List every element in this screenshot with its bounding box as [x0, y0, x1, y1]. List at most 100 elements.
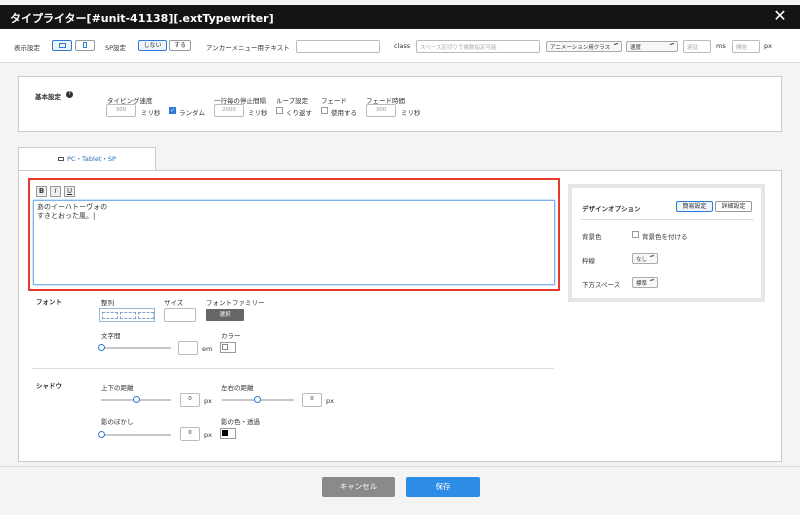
help-icon[interactable]: ?: [66, 91, 73, 98]
letter-spacing-label: 文字間: [101, 332, 121, 340]
class-input[interactable]: スペース区切りで複数指定可能: [416, 40, 540, 53]
typing-speed-input[interactable]: 300: [106, 104, 136, 117]
tab-pc-tablet-sp[interactable]: PC・Tablet・SP: [18, 147, 156, 171]
horizontal-distance-label: 左右の距離: [221, 384, 254, 392]
repeat-checkbox[interactable]: [276, 107, 283, 114]
use-fade-label: 使用する: [331, 109, 357, 117]
vertical-distance-label: 上下の距離: [101, 384, 134, 392]
design-divider: [580, 219, 754, 220]
speed-select[interactable]: 速度: [626, 41, 678, 52]
letter-spacing-slider[interactable]: [101, 347, 171, 349]
bold-button[interactable]: B: [36, 186, 47, 197]
font-heading: フォント: [36, 298, 62, 306]
monitor-icon: [58, 43, 66, 48]
random-checkbox[interactable]: ✓: [169, 107, 176, 114]
shadow-color-label: 影の色・透過: [221, 418, 260, 426]
shadow-heading: シャドウ: [36, 382, 62, 390]
start-input[interactable]: 開始: [732, 40, 760, 53]
bg-color-check-label: 背景色を付ける: [642, 233, 688, 241]
sp-display-button[interactable]: [75, 40, 95, 51]
design-options-panel: デザインオプション 簡易設定 詳細設定 背景色 背景色を付ける 枠線 なし 下方…: [568, 184, 765, 302]
letter-spacing-slider-handle[interactable]: [98, 344, 105, 351]
font-color-label: カラー: [221, 332, 241, 340]
rich-text-editor: B I U あのイーハトーヴォの すきとおった風。|: [28, 178, 560, 291]
shadow-blur-slider[interactable]: [101, 434, 171, 436]
sp-off-button[interactable]: しない: [138, 40, 167, 51]
cancel-button[interactable]: キャンセル: [322, 477, 395, 497]
italic-button[interactable]: I: [50, 186, 61, 197]
horizontal-distance-slider-handle[interactable]: [254, 396, 261, 403]
shadow-blur-input[interactable]: 0: [180, 427, 200, 441]
bottom-space-label: 下方スペース: [582, 281, 621, 289]
text-line-2: すきとおった風。|: [37, 212, 96, 220]
tab-label: PC・Tablet・SP: [67, 155, 116, 163]
text-line-1: あのイーハトーヴォの: [37, 203, 108, 211]
typewriter-text-area[interactable]: あのイーハトーヴォの すきとおった風。|: [33, 200, 555, 285]
fade-checkbox[interactable]: [321, 107, 328, 114]
display-label: 表示設定: [14, 44, 40, 52]
border-select[interactable]: なし: [632, 253, 658, 264]
bg-color-label: 背景色: [582, 233, 602, 241]
dialog-title: タイプライター[#unit-41138][.extTypewriter]: [10, 12, 274, 25]
basic-settings-heading: 基本設定: [35, 93, 61, 101]
border-label: 枠線: [582, 257, 595, 265]
black-swatch-icon: [222, 429, 228, 436]
fade-time-unit: ミリ秒: [401, 109, 421, 117]
anchor-text-input[interactable]: [296, 40, 380, 53]
tab-simple-settings[interactable]: 簡易設定: [676, 201, 713, 212]
font-family-label: フォントファミリー: [206, 299, 265, 307]
ms-unit: ms: [716, 42, 726, 50]
font-family-select-button[interactable]: 選択: [206, 309, 244, 321]
vertical-distance-input[interactable]: 0: [180, 393, 200, 407]
loop-label: ループ設定: [276, 97, 309, 105]
no-color-icon: [222, 343, 228, 350]
animation-class-select[interactable]: アニメーション用クラス: [546, 41, 622, 52]
horizontal-distance-input[interactable]: 0: [302, 393, 322, 407]
repeat-label: くり返す: [286, 109, 312, 117]
typing-speed-unit: ミリ秒: [141, 109, 161, 117]
save-button[interactable]: 保存: [406, 477, 480, 497]
anchor-text-label: アンカーメニュー用テキスト: [206, 44, 290, 52]
align-right-button[interactable]: [138, 312, 154, 319]
delay-input[interactable]: 遅延: [683, 40, 711, 53]
top-settings-bar: 表示設定 SP設定 しない する アンカーメニュー用テキスト class スペー…: [0, 29, 800, 63]
font-size-label: サイズ: [164, 299, 184, 307]
pc-display-button[interactable]: [52, 40, 72, 51]
align-left-button[interactable]: [102, 312, 118, 319]
close-icon[interactable]: ✕: [772, 7, 788, 25]
design-options-heading: デザインオプション: [582, 205, 641, 213]
bottom-space-select[interactable]: 標準: [632, 277, 658, 288]
design-options-inner: デザインオプション 簡易設定 詳細設定 背景色 背景色を付ける 枠線 なし 下方…: [572, 188, 761, 298]
class-label: class: [394, 42, 411, 50]
shadow-blur-unit: px: [204, 431, 212, 439]
title-bar: タイプライター[#unit-41138][.extTypewriter] ✕: [0, 5, 800, 29]
basic-settings-panel: 基本設定 ? タイピング速度 300 ミリ秒 ✓ ランダム 一行毎の停止間隔 2…: [18, 76, 782, 132]
horizontal-distance-unit: px: [326, 397, 334, 405]
px-unit: px: [764, 42, 772, 50]
sp-on-button[interactable]: する: [169, 40, 191, 51]
shadow-color-picker[interactable]: [220, 428, 236, 439]
shadow-blur-slider-handle[interactable]: [98, 431, 105, 438]
sp-setting-label: SP設定: [105, 44, 127, 52]
underline-button[interactable]: U: [64, 186, 75, 197]
monitor-icon: [58, 157, 65, 161]
vertical-distance-slider-handle[interactable]: [133, 396, 140, 403]
vertical-distance-unit: px: [204, 397, 212, 405]
align-label: 整列: [101, 299, 114, 307]
letter-spacing-input[interactable]: [178, 341, 198, 355]
align-center-button[interactable]: [120, 312, 136, 319]
dialog: タイプライター[#unit-41138][.extTypewriter] ✕ 表…: [0, 0, 800, 515]
section-divider: [32, 368, 554, 369]
line-pause-unit: ミリ秒: [248, 109, 268, 117]
font-size-input[interactable]: [164, 308, 196, 322]
align-button-group: [99, 308, 155, 322]
shadow-blur-label: 影のぼかし: [101, 418, 134, 426]
footer: キャンセル 保存: [0, 466, 800, 515]
font-color-picker[interactable]: [220, 342, 236, 353]
phone-icon: [83, 42, 87, 48]
bg-color-checkbox[interactable]: [632, 231, 639, 238]
random-label: ランダム: [179, 109, 205, 117]
fade-time-input[interactable]: 300: [366, 104, 396, 117]
tab-detail-settings[interactable]: 詳細設定: [715, 201, 752, 212]
line-pause-input[interactable]: 2000: [214, 104, 244, 117]
